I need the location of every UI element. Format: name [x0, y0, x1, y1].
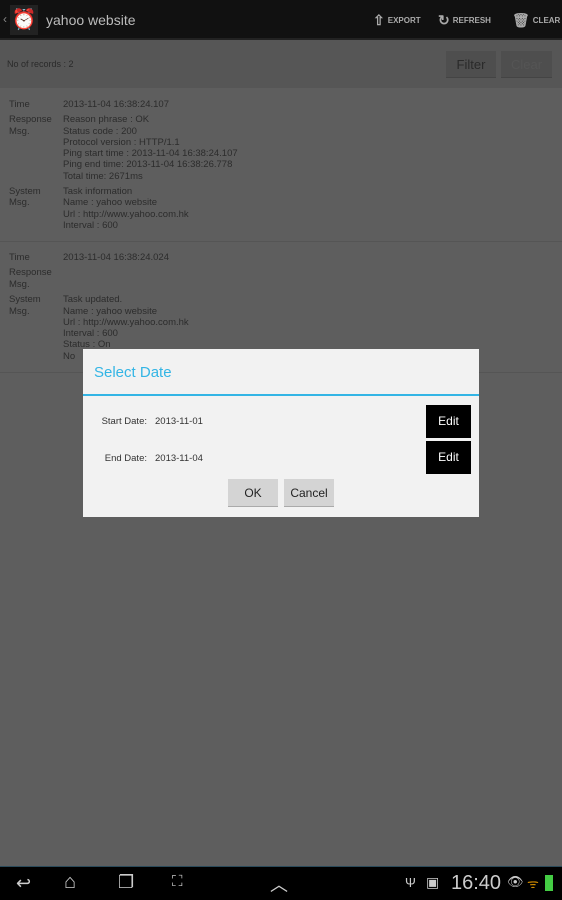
recent-apps-icon[interactable]: ❐ [118, 872, 134, 893]
field-value: 2013-11-04 16:38:24.107 [63, 99, 169, 110]
clear-button[interactable]: 🗑 CLEAR [512, 12, 560, 29]
field-line: Task information [63, 186, 133, 198]
field-line: Interval : 600 [63, 219, 118, 231]
field-line: Total time: 2671ms [63, 170, 143, 182]
end-date-value: 2013-11-04 [155, 453, 203, 464]
refresh-button[interactable]: ↻ REFRESH [438, 12, 491, 29]
field-line: Task updated. [63, 294, 123, 306]
field-line: Url : http://www.yahoo.com.hk [63, 208, 189, 220]
field-line: Name : yahoo website [63, 197, 157, 209]
home-icon[interactable]: ⌂ [64, 871, 76, 894]
field-label: Time [9, 99, 30, 110]
field-line: Reason phrase : OK [63, 114, 150, 126]
record-item: Time 2013-11-04 16:38:24.107 Response Msg.… [0, 99, 562, 235]
field-value: Reason phrase : OK Status code : 200 Proto… [63, 114, 562, 182]
export-button[interactable]: ⇧ EXPORT [373, 12, 421, 29]
record-count: No of records : 2 [7, 59, 74, 69]
action-bar: ‹ ⏰ yahoo website ⇧ EXPORT ↻ REFRESH 🗑 CLEA… [0, 0, 562, 40]
field-line: Name : yahoo website [63, 305, 157, 317]
field-label: Time [9, 252, 30, 263]
edit-start-date-button[interactable]: Edit [426, 405, 471, 438]
alarm-clock-app-icon[interactable]: ⏰ [10, 5, 38, 35]
usb-icon: Ψ [405, 875, 416, 890]
page-title: yahoo website [46, 12, 136, 28]
field-label: Response Msg. [9, 267, 52, 290]
record-field: Response Msg. [0, 267, 562, 290]
field-value: 2013-11-04 16:38:24.024 [63, 252, 169, 263]
dialog-title: Select Date [94, 364, 172, 381]
filter-button[interactable]: Filter [446, 51, 496, 78]
start-date-value: 2013-11-01 [155, 416, 203, 427]
eye-icon: 👁 [507, 874, 524, 889]
system-nav-bar: ↩ ⌂ ❐ ⛶ ︿ Ψ ▣ 16:40 👁 ᯤ [0, 866, 562, 900]
select-date-dialog: Select Date Start Date: 2013-11-01 Edit … [83, 349, 479, 517]
upload-icon: ⇧ [373, 12, 385, 28]
ok-button[interactable]: OK [228, 479, 278, 507]
field-label: System Msg. [9, 294, 41, 317]
back-chevron-icon[interactable]: ‹ [3, 12, 7, 26]
wifi-icon: ᯤ [527, 876, 539, 891]
field-line: Interval : 600 [63, 328, 118, 340]
start-date-label: Start Date: [101, 416, 147, 427]
field-label: System Msg. [9, 186, 41, 209]
field-label: Response Msg. [9, 114, 52, 137]
field-line: Status code : 200 [63, 125, 137, 137]
battery-icon [545, 875, 553, 891]
field-line: Protocol version : HTTP/1.1 [63, 136, 180, 148]
trash-icon: 🗑 [512, 12, 530, 28]
record-field: System Msg. Task information Name : yahoo … [0, 186, 562, 231]
divider [0, 241, 562, 242]
cancel-button[interactable]: Cancel [284, 479, 334, 507]
clear-filter-button[interactable]: Clear [501, 51, 552, 78]
field-line: Url : http://www.yahoo.com.hk [63, 316, 189, 328]
dialog-title-divider [83, 394, 479, 396]
field-line: Ping start time : 2013-11-04 16:38:24.10… [63, 148, 238, 160]
back-icon[interactable]: ↩ [16, 873, 31, 894]
edit-end-date-button[interactable]: Edit [426, 441, 471, 474]
record-field: Response Msg. Reason phrase : OK Status co… [0, 114, 562, 182]
field-line: Ping end time: 2013-11-04 16:38:26.778 [63, 159, 233, 171]
records-bar: No of records : 2 Filter Clear [0, 40, 562, 88]
field-value: Task information Name : yahoo website Url … [63, 186, 562, 231]
end-date-label: End Date: [104, 453, 147, 464]
field-value [63, 267, 562, 290]
record-field: Time 2013-11-04 16:38:24.107 [0, 99, 562, 110]
refresh-icon: ↻ [438, 12, 450, 28]
record-field: Time 2013-11-04 16:38:24.024 [0, 252, 562, 263]
clock: 16:40 [451, 872, 502, 894]
screenshot-icon[interactable]: ⛶ [172, 873, 183, 890]
gallery-icon: ▣ [426, 874, 440, 890]
chevron-up-icon[interactable]: ︿ [270, 871, 288, 897]
